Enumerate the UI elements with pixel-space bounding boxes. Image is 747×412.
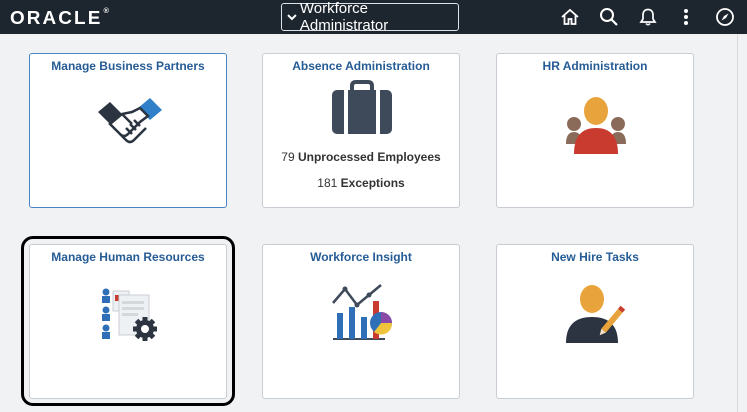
header-bar: ORACLE® Workforce Administrator (0, 0, 747, 34)
unprocessed-employees-count: 79 Unprocessed Employees (281, 150, 441, 164)
navbar-icon[interactable] (715, 7, 735, 27)
chevron-down-icon (287, 14, 297, 21)
briefcase-icon (332, 80, 392, 134)
tile-title: New Hire Tasks (551, 250, 639, 264)
oracle-logo[interactable]: ORACLE® (10, 8, 109, 29)
people-group-icon (566, 97, 626, 154)
tile-title: Manage Business Partners (51, 59, 205, 73)
notifications-icon[interactable] (638, 7, 658, 27)
page-scrollbar[interactable] (737, 34, 747, 412)
tile-title: HR Administration (542, 59, 648, 73)
analytics-chart-icon (332, 284, 393, 340)
tile-new-hire-tasks[interactable]: New Hire Tasks (496, 244, 694, 399)
homepage-selector[interactable]: Workforce Administrator (281, 0, 459, 34)
handshake-icon (98, 98, 162, 144)
actions-menu-icon[interactable] (676, 7, 696, 27)
search-icon[interactable] (599, 7, 619, 27)
tile-workforce-insight[interactable]: Workforce Insight (262, 244, 460, 399)
tile-manage-business-partners[interactable]: Manage Business Partners (29, 53, 227, 208)
tile-title: Absence Administration (292, 59, 430, 73)
keyboard-focus-ring (21, 236, 235, 406)
tile-absence-administration[interactable]: Absence Administration 79 Unprocessed Em… (262, 53, 460, 208)
homepage-selector-label: Workforce Administrator (299, 0, 389, 34)
new-hire-pencil-icon (566, 285, 626, 343)
home-icon[interactable] (560, 7, 580, 27)
tile-title: Workforce Insight (310, 250, 412, 264)
exceptions-count: 181 Exceptions (317, 176, 405, 190)
tile-hr-administration[interactable]: HR Administration (496, 53, 694, 208)
